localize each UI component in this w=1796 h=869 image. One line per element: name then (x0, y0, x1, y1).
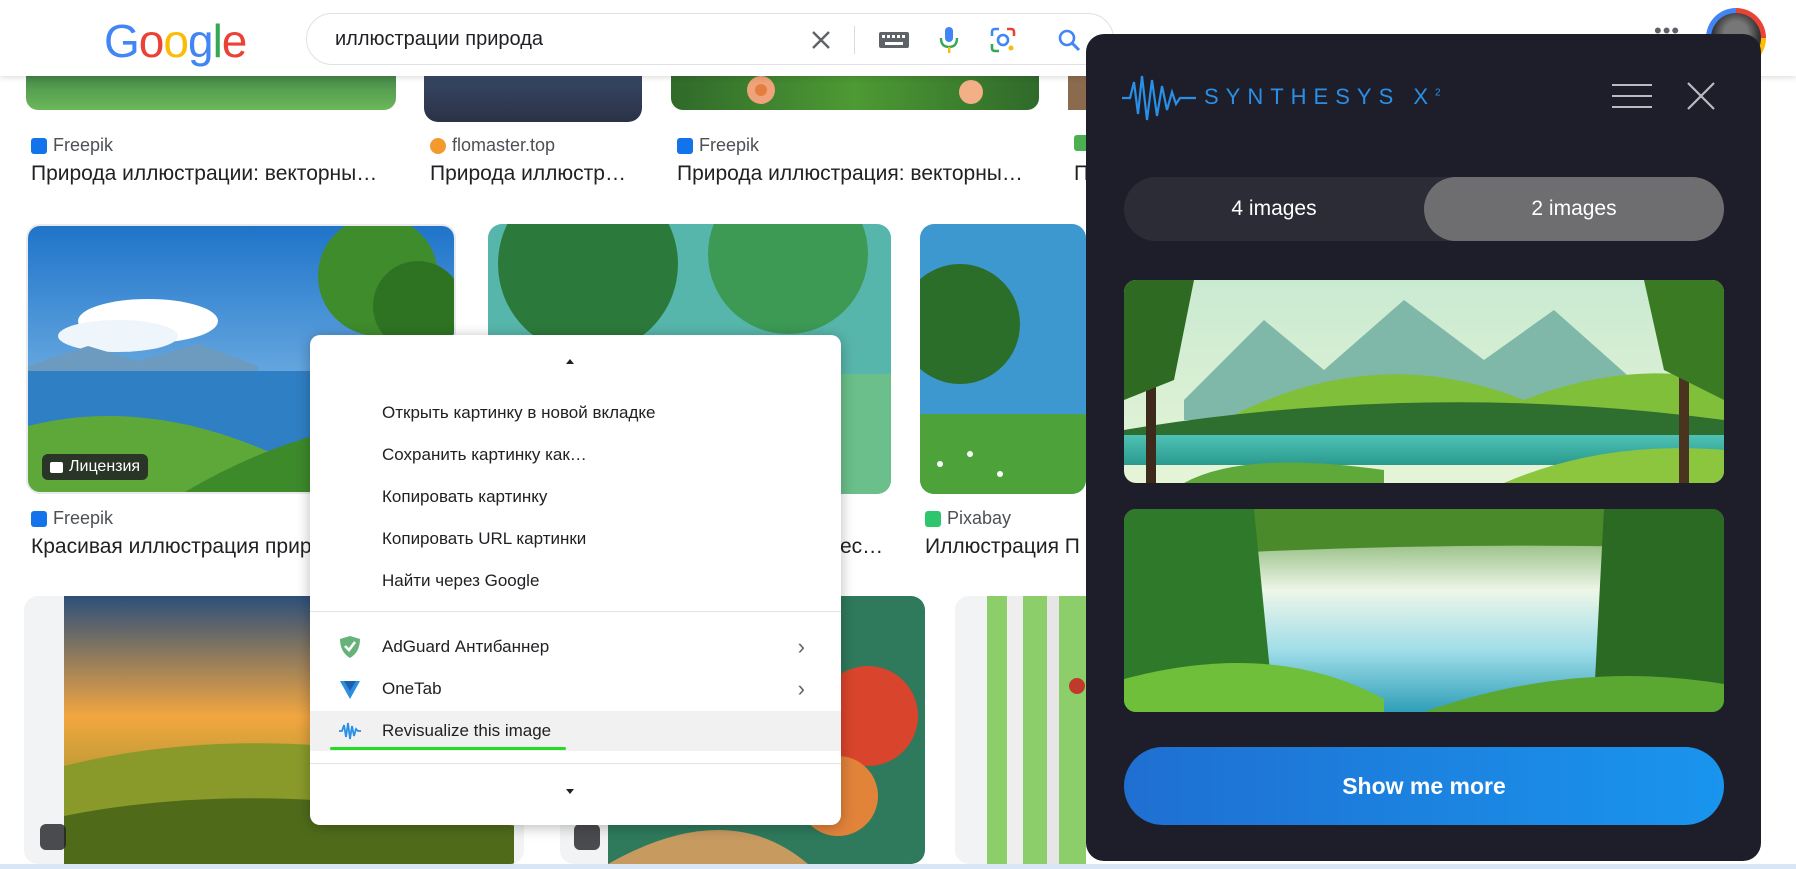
menu-hamburger-icon[interactable] (1612, 84, 1652, 108)
page: Freepik Природа иллюстрации: векторны… f… (0, 0, 1796, 869)
search-box[interactable]: иллюстрации природа (306, 13, 1114, 65)
result-card-10[interactable] (955, 596, 1086, 864)
menu-item-revisualize[interactable]: Revisualize this image (310, 711, 841, 751)
forest-lake-image (1124, 509, 1724, 712)
menu-item-copy-image[interactable]: Копировать картинку (310, 477, 841, 517)
tab-4-images[interactable]: 4 images (1124, 177, 1424, 241)
result-2-title[interactable]: Природа иллюстр… (430, 162, 640, 186)
synthesys-wave-icon (338, 719, 362, 743)
freepik-favicon-icon (31, 510, 47, 527)
bottom-edge (0, 864, 1796, 869)
freepik-favicon-icon (31, 137, 47, 154)
show-me-more-button[interactable]: Show me more (1124, 747, 1724, 825)
result-3-title[interactable]: Природа иллюстрация: векторны… (677, 162, 1047, 186)
result-3-source[interactable]: Freepik (677, 135, 759, 156)
freepik-favicon-icon (677, 137, 693, 154)
result-7-source[interactable]: Pixabay (925, 508, 1011, 529)
image-icon (40, 824, 66, 850)
result-5-title[interactable]: Красивая иллюстрация прир (31, 535, 311, 559)
result-2-source[interactable]: flomaster.top (430, 135, 555, 156)
menu-item-adguard[interactable]: AdGuard Антибаннер › (310, 627, 841, 667)
result-7-title[interactable]: Иллюстрация П (925, 535, 1085, 559)
generated-image-1[interactable] (1124, 280, 1724, 483)
google-lens-icon[interactable] (989, 26, 1017, 54)
menu-separator (310, 763, 841, 764)
meadow-image (920, 224, 1086, 494)
keyboard-icon[interactable] (877, 26, 911, 54)
microphone-icon[interactable] (935, 26, 963, 54)
result-6-title[interactable]: ес… (840, 535, 890, 559)
clear-icon[interactable] (807, 26, 835, 54)
divider (854, 26, 855, 54)
close-icon[interactable] (1686, 81, 1716, 116)
generated-image-2[interactable] (1124, 509, 1724, 712)
search-input[interactable]: иллюстрации природа (335, 28, 543, 51)
synthesys-logo-icon (1122, 72, 1196, 129)
menu-item-save-image[interactable]: Сохранить картинку как… (310, 435, 841, 475)
scroll-up-arrow-icon[interactable] (566, 359, 574, 364)
image-icon (574, 824, 600, 850)
result-1-title[interactable]: Природа иллюстрации: векторны… (31, 162, 401, 186)
birch-forest-image (987, 596, 1086, 864)
onetab-funnel-icon (338, 677, 362, 701)
result-image-7[interactable] (920, 224, 1086, 494)
google-logo[interactable]: Google (104, 14, 247, 68)
pixabay-favicon-icon (925, 510, 941, 527)
context-menu: Открыть картинку в новой вкладке Сохрани… (310, 335, 841, 825)
flomaster-favicon-icon (430, 137, 446, 154)
chevron-right-icon: › (797, 676, 805, 701)
result-1-source[interactable]: Freepik (31, 135, 113, 156)
adguard-shield-icon (338, 635, 362, 659)
license-badge[interactable]: Лицензия (42, 454, 149, 480)
menu-item-copy-image-url[interactable]: Копировать URL картинки (310, 519, 841, 559)
menu-item-open-new-tab[interactable]: Открыть картинку в новой вкладке (310, 393, 841, 433)
image-icon (50, 461, 63, 473)
menu-item-search-google[interactable]: Найти через Google (310, 561, 841, 601)
menu-item-onetab[interactable]: OneTab › (310, 669, 841, 709)
search-icon[interactable] (1055, 26, 1083, 54)
image-count-tabs: 4 images 2 images (1124, 177, 1724, 241)
chevron-right-icon: › (797, 634, 805, 659)
result-5-source[interactable]: Freepik (31, 508, 113, 529)
tab-2-images[interactable]: 2 images (1424, 177, 1724, 241)
synthesys-brand: SYNTHESYS X2 (1204, 84, 1441, 109)
menu-separator (310, 611, 841, 612)
scroll-down-arrow-icon[interactable] (566, 789, 574, 794)
synthesys-panel: SYNTHESYS X2 4 images 2 images Show me m… (1086, 34, 1761, 861)
highlight-underline (330, 747, 566, 750)
mountain-lake-image (1124, 280, 1724, 483)
